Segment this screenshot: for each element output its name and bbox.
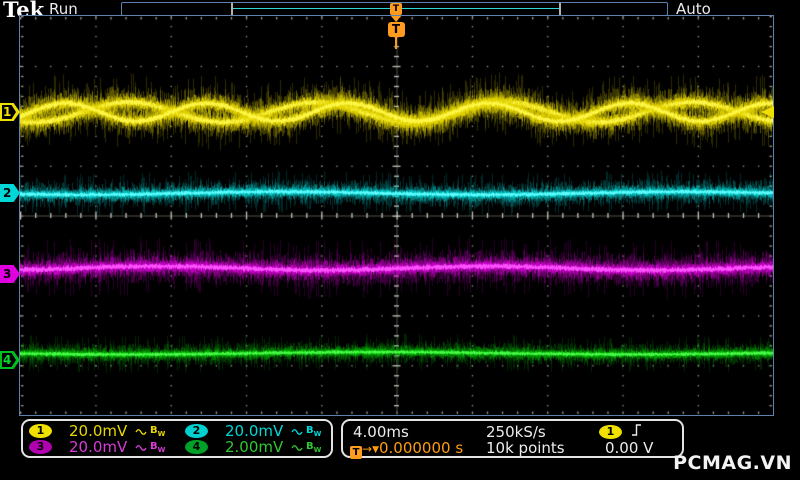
channel-readout-2: 2 20.0mV BW: [185, 422, 322, 440]
channel-readout-4: 4 2.00mV BW: [185, 438, 322, 456]
bandwidth-limit-indicator: BW: [150, 424, 166, 438]
horizontal-trigger-readout-box: 4.00ms 250kS/s 1 T →▼0.000000 s 10k point…: [341, 419, 684, 459]
trigger-badge: T: [387, 22, 405, 37]
acquisition-preview-bar: T: [121, 2, 668, 16]
oscilloscope-screen: Tek Run T Auto T 1 2 3 4 1 20.0mV BW 2 2…: [0, 0, 800, 480]
trigger-position-marker[interactable]: T: [387, 16, 405, 49]
graticule-frame: [19, 15, 774, 416]
trigger-source-badge: 1: [599, 425, 622, 439]
channel-marker-3[interactable]: 3: [0, 265, 20, 283]
acquisition-bracket-left: [231, 3, 233, 15]
trigger-line: [395, 37, 397, 49]
channel-marker-1[interactable]: 1: [0, 103, 20, 121]
channel-marker-label: 4: [3, 353, 12, 367]
acquisition-bracket-right: [559, 3, 561, 15]
watermark: PCMAG.VN: [673, 452, 792, 474]
bandwidth-limit-indicator: BW: [306, 440, 322, 454]
channel-readout-3: 3 20.0mV BW: [29, 438, 166, 456]
ac-coupling-icon: [291, 443, 304, 452]
channel-scale: 20.0mV: [69, 438, 128, 456]
arrow-right-icon: →: [362, 442, 373, 456]
ac-coupling-icon: [135, 427, 148, 436]
trigger-delay-readout: T →▼0.000000 s: [350, 439, 463, 459]
channel-readout-1: 1 20.0mV BW: [29, 422, 166, 440]
cursor-down-icon: ▼: [372, 445, 379, 455]
delay-value: 0.000000 s: [378, 439, 464, 457]
ac-coupling-icon: [135, 443, 148, 452]
channel-badge: 3: [29, 440, 52, 454]
channel-scale: 2.00mV: [225, 438, 284, 456]
channel-readout-box: 1 20.0mV BW 2 20.0mV BW 3 20.0mV BW 4 2.…: [21, 419, 333, 458]
record-length-readout: 10k points: [486, 439, 565, 457]
channel-badge: 2: [185, 424, 208, 438]
bandwidth-limit-indicator: BW: [306, 424, 322, 438]
channel-marker-label: 3: [3, 267, 12, 281]
channel-badge: 1: [29, 424, 52, 438]
waveform-canvas: [20, 16, 773, 415]
channel-marker-label: 1: [3, 105, 12, 119]
trigger-delay-icon: T: [350, 446, 362, 459]
channel-badge: 4: [185, 440, 208, 454]
trigger-level-arrow-icon[interactable]: [761, 106, 774, 118]
channel-marker-label: 2: [3, 186, 12, 200]
channel-marker-4[interactable]: 4: [0, 351, 20, 369]
ac-coupling-icon: [291, 427, 304, 436]
trigger-level-readout: 0.00 V: [605, 439, 654, 457]
acquisition-trigger-icon[interactable]: T: [390, 3, 402, 15]
channel-marker-2[interactable]: 2: [0, 184, 20, 202]
bandwidth-limit-indicator: BW: [150, 440, 166, 454]
